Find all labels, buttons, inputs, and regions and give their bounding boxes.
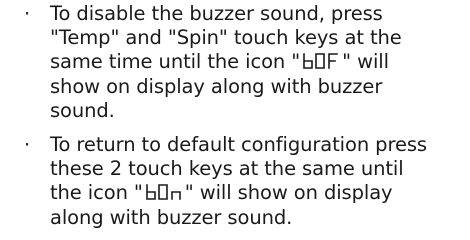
display-code-bof-icon: [301, 53, 341, 70]
text-line: To disable the buzzer sound, press: [50, 2, 383, 25]
text-line-with-icon: the icon " " will show on display: [50, 181, 462, 205]
text-fragment: the icon ": [50, 181, 143, 205]
text-line: "Temp" and "Spin" touch keys at the: [50, 26, 402, 50]
text-line: To return to default configuration press: [50, 133, 427, 157]
bullet-item-restore-default: · To return to default configuration pre…: [0, 133, 470, 230]
text-fragment: same time until the icon ": [50, 50, 301, 74]
text-line-with-icon: same time until the icon " " will: [50, 50, 462, 74]
text-line: these 2 touch keys at the same until: [50, 157, 404, 181]
text-line: show on display along with buzzer: [50, 74, 383, 98]
bullet-item-disable-buzzer: · To disable the buzzer sound, press "Te…: [0, 2, 470, 123]
text-line: along with buzzer sound.: [50, 205, 293, 229]
text-fragment: " will show on display: [184, 181, 393, 205]
bullet-marker: ·: [24, 2, 31, 25]
bullet-marker: ·: [24, 133, 31, 157]
text-fragment: " will: [342, 50, 389, 74]
instruction-text-block: · To disable the buzzer sound, press "Te…: [0, 2, 470, 230]
display-code-bon-icon: [144, 184, 184, 201]
text-line: sound.: [50, 98, 115, 122]
